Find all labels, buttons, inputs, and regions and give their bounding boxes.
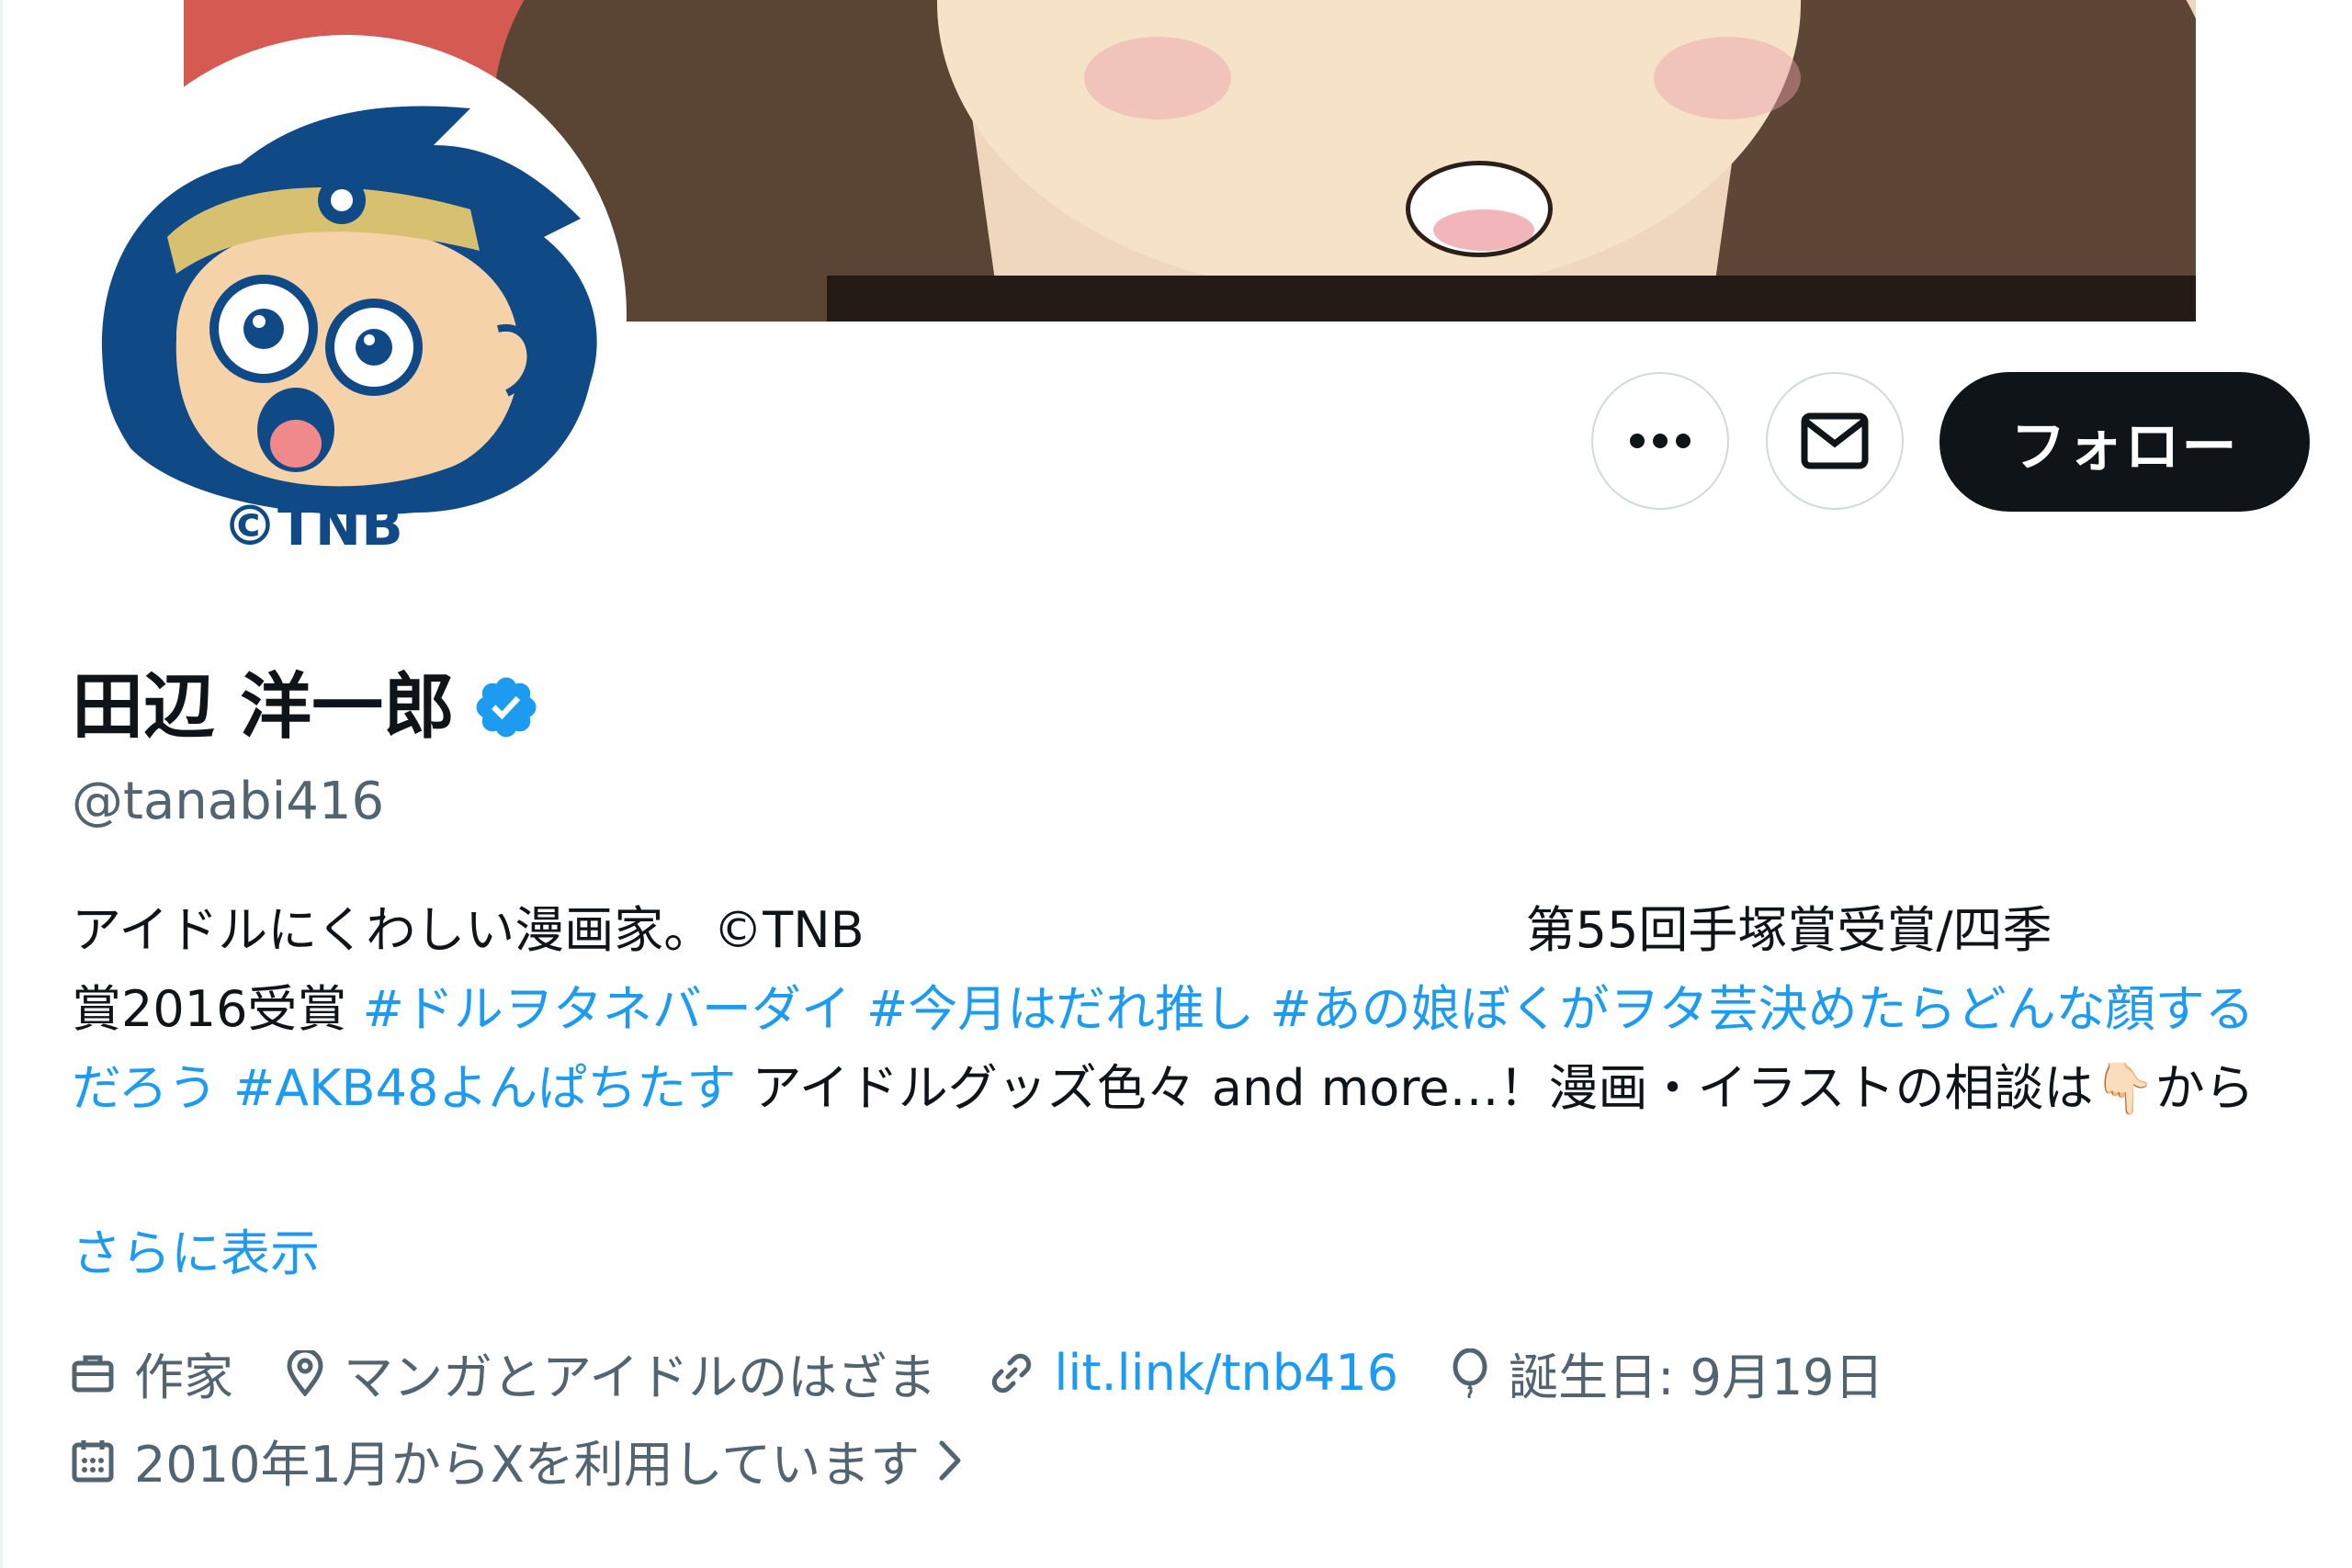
briefcase-icon [72,1355,114,1392]
more-options-button[interactable] [1591,372,1729,510]
profile-handle: @tanabi416 [72,772,385,831]
birthday-text: 誕生日: 9月19日 [1509,1348,1884,1406]
show-more-link[interactable]: さらに表示 [72,1213,320,1285]
profile-meta-row-joined: 2010年1月からXを利用しています [72,1424,1035,1496]
avatar-caption: ©TNB [222,494,403,558]
envelope-icon [1801,412,1869,469]
bio-award: 第55回手塚賞受賞/四季 [1525,901,2052,959]
profile-display-name: 田辺 洋一郎 [72,661,541,753]
pointing-down-emoji: 👇🏻 [2093,1059,2155,1117]
bio-tail: アイドルグッズ色々 and more…！漫画・イラストの相談は [736,1059,2094,1117]
avatar[interactable]: ©TNB [66,35,627,595]
column-border [0,0,3,1568]
banner-shadow [827,276,2196,321]
profile-bio: アイドルにくわしい漫画家。©TNB 第55回手塚賞受賞/四季賞2016受賞 #ドル… [72,891,2295,1128]
message-button[interactable] [1766,372,1904,510]
joined-item[interactable]: 2010年1月からXを利用しています [72,1424,982,1496]
follow-button[interactable]: フォロー [1939,372,2310,512]
banner-mouth [1406,161,1553,257]
joined-text: 2010年1月からXを利用しています [134,1436,921,1494]
bio-end: から [2154,1059,2255,1117]
link-icon [992,1353,1032,1393]
banner-blush-left [1084,37,1231,119]
website-link[interactable]: lit.link/tnb416 [1054,1344,1398,1402]
map-pin-icon [287,1349,323,1396]
profession-item: 作家 [72,1337,233,1409]
birthday-item: 誕生日: 9月19日 [1452,1337,1884,1409]
banner-blush-right [1654,37,1801,119]
display-name-text: 田辺 洋一郎 [72,666,456,749]
hashtag-link[interactable]: #今月はだれ推し [866,980,1254,1038]
location-item: マンガとアイドルのはざま [287,1337,936,1409]
hashtag-link[interactable]: #AKB48よんぱちたす [233,1059,736,1117]
profile-meta-row: 作家 マンガとアイドルのはざま lit.link/tnb416 誕生日: 9月1… [72,1337,1938,1409]
location-text: マンガとアイドルのはざま [344,1348,937,1406]
hashtag-link[interactable]: #ドルヲタネバーダイ [363,980,851,1038]
chevron-right-icon [939,1440,961,1480]
calendar-icon [72,1439,114,1482]
ellipsis-icon [1630,434,1690,448]
website-item[interactable]: lit.link/tnb416 [989,1344,1398,1402]
bio-line1: アイドルにくわしい漫画家。©TNB [72,901,865,959]
profession-text: 作家 [134,1348,233,1406]
banner-face [937,0,1801,294]
balloon-icon [1453,1348,1487,1398]
verified-badge-icon[interactable] [471,672,541,742]
bio-award-cont: 賞2016受賞 [72,980,363,1038]
